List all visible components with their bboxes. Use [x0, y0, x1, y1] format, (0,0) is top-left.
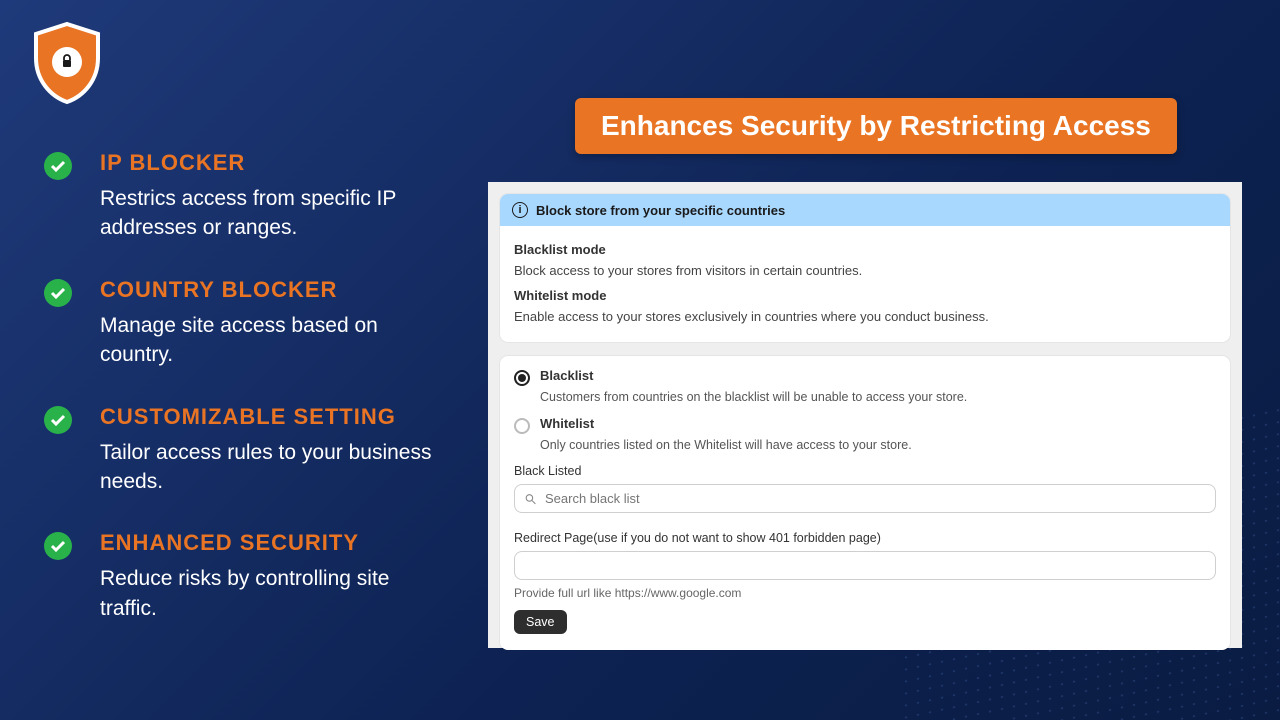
redirect-label: Redirect Page(use if you do not want to …: [514, 531, 1216, 545]
blacklist-mode-title: Blacklist mode: [514, 242, 1216, 257]
blacklist-mode-desc: Block access to your stores from visitor…: [514, 263, 1216, 278]
feature-item: COUNTRY BLOCKER Manage site access based…: [44, 277, 444, 370]
feature-item: CUSTOMIZABLE SETTING Tailor access rules…: [44, 404, 444, 497]
radio-blacklist[interactable]: Blacklist: [514, 368, 1216, 386]
info-header: i Block store from your specific countri…: [500, 194, 1230, 226]
feature-desc: Tailor access rules to your business nee…: [100, 438, 444, 497]
feature-title: IP BLOCKER: [100, 150, 444, 176]
search-icon: [524, 492, 537, 505]
redirect-url-input[interactable]: [514, 551, 1216, 580]
feature-item: IP BLOCKER Restrics access from specific…: [44, 150, 444, 243]
feature-desc: Manage site access based on country.: [100, 311, 444, 370]
whitelist-mode-desc: Enable access to your stores exclusively…: [514, 309, 1216, 324]
radio-whitelist[interactable]: Whitelist: [514, 416, 1216, 434]
radio-label: Blacklist: [540, 368, 593, 383]
feature-title: CUSTOMIZABLE SETTING: [100, 404, 444, 430]
radio-whitelist-desc: Only countries listed on the Whitelist w…: [540, 438, 1216, 452]
checkmark-icon: [44, 532, 72, 560]
whitelist-mode-title: Whitelist mode: [514, 288, 1216, 303]
redirect-helper: Provide full url like https://www.google…: [514, 586, 1216, 600]
app-logo: [28, 18, 106, 106]
checkmark-icon: [44, 152, 72, 180]
feature-list: IP BLOCKER Restrics access from specific…: [44, 150, 444, 657]
checkmark-icon: [44, 406, 72, 434]
banner-title: Enhances Security by Restricting Access: [575, 98, 1177, 154]
search-blacklist-input[interactable]: [514, 484, 1216, 513]
save-button[interactable]: Save: [514, 610, 567, 634]
blacklisted-label: Black Listed: [514, 464, 1216, 478]
feature-item: ENHANCED SECURITY Reduce risks by contro…: [44, 530, 444, 623]
config-card: Blacklist Customers from countries on th…: [500, 356, 1230, 650]
settings-panel: i Block store from your specific countri…: [488, 182, 1242, 648]
radio-label: Whitelist: [540, 416, 594, 431]
feature-desc: Restrics access from specific IP address…: [100, 184, 444, 243]
radio-icon: [514, 370, 530, 386]
info-card: i Block store from your specific countri…: [500, 194, 1230, 342]
feature-title: ENHANCED SECURITY: [100, 530, 444, 556]
radio-icon: [514, 418, 530, 434]
info-header-text: Block store from your specific countries: [536, 203, 785, 218]
radio-blacklist-desc: Customers from countries on the blacklis…: [540, 390, 1216, 404]
feature-title: COUNTRY BLOCKER: [100, 277, 444, 303]
feature-desc: Reduce risks by controlling site traffic…: [100, 564, 444, 623]
checkmark-icon: [44, 279, 72, 307]
info-icon: i: [512, 202, 528, 218]
